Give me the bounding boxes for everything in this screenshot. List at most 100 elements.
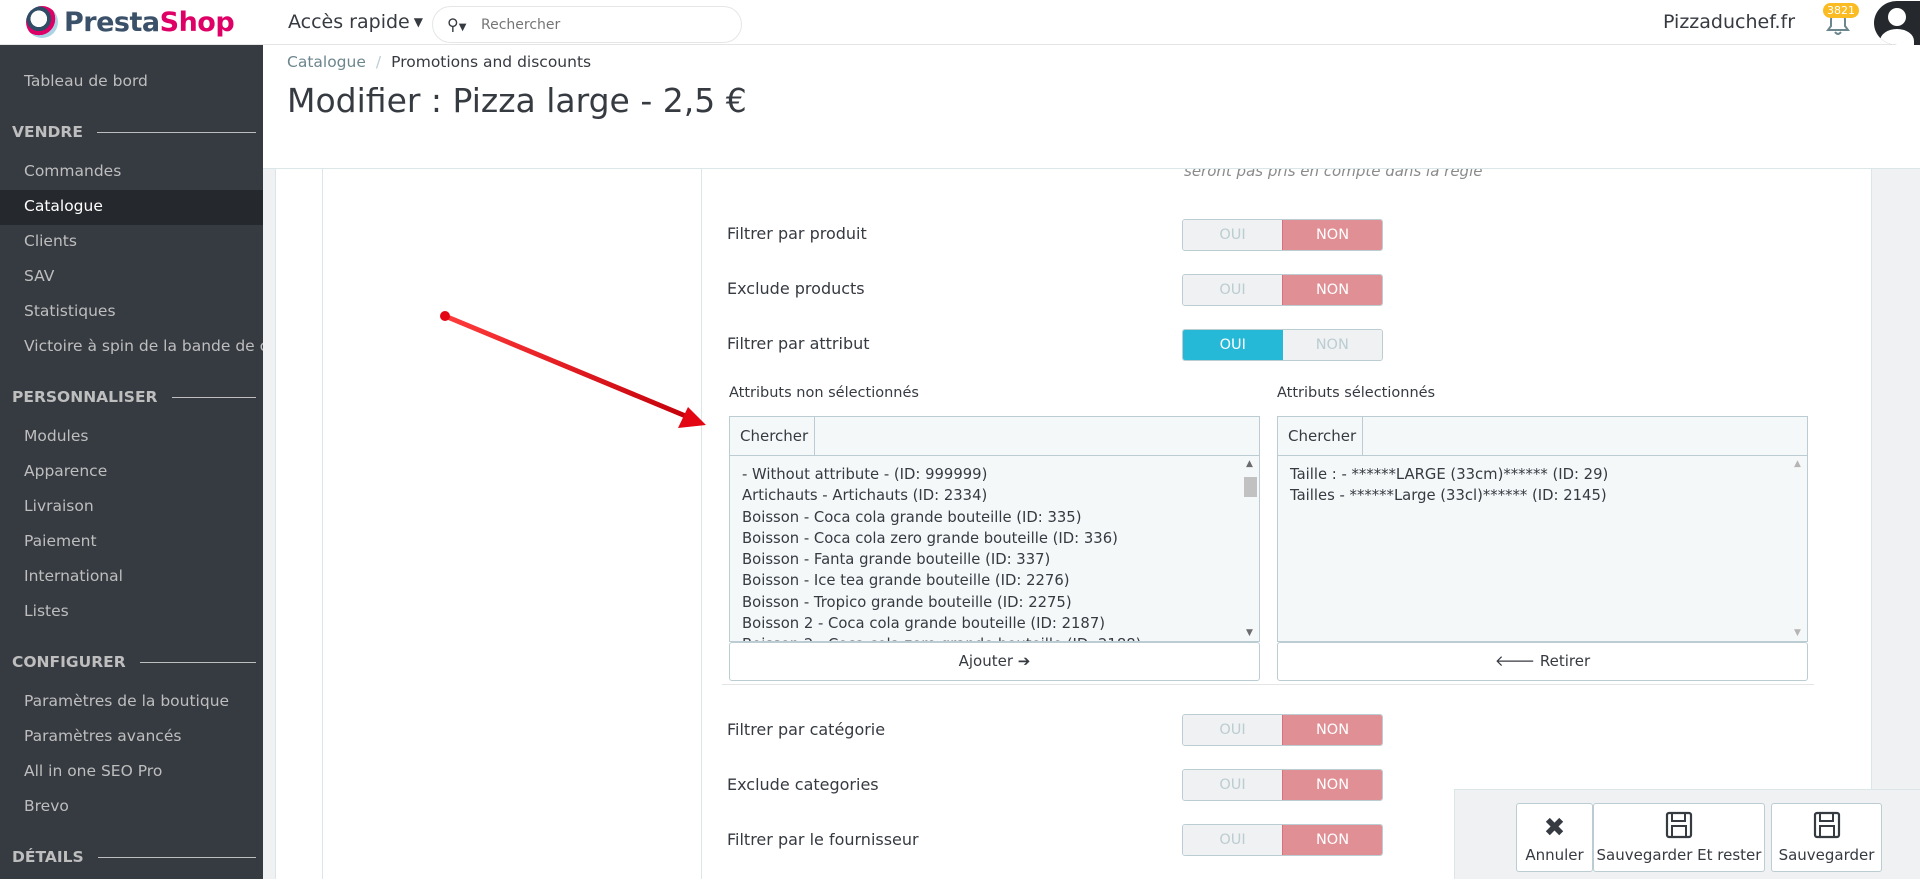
switch-option-no[interactable]: NON <box>1282 715 1382 745</box>
sidebar-item-appearance[interactable]: Apparence <box>24 462 107 480</box>
sidebar-section-personnaliser: PERSONNALISER <box>12 388 256 406</box>
sidebar-item-modules[interactable]: Modules <box>24 427 88 445</box>
attribute-option[interactable]: - Without attribute - (ID: 999999) <box>742 464 1141 485</box>
search-input[interactable] <box>481 16 711 33</box>
logo-text-presta: Presta <box>64 6 160 38</box>
switch-exclude-categories[interactable]: OUI NON <box>1182 769 1383 801</box>
cancel-button[interactable]: ✖ Annuler <box>1516 803 1593 872</box>
sidebar-item-brevo[interactable]: Brevo <box>24 797 69 815</box>
switch-filter-product[interactable]: OUI NON <box>1182 219 1383 251</box>
top-header: PrestaShop Accès rapide▼ ⚲▼ Pizzaduchef.… <box>0 0 1920 45</box>
switch-option-no[interactable]: NON <box>1282 220 1382 250</box>
close-icon: ✖ <box>1543 813 1566 843</box>
scroll-down-icon[interactable]: ▼ <box>1246 628 1253 638</box>
sidebar-item-orders[interactable]: Commandes <box>24 162 121 180</box>
breadcrumb-current: Promotions and discounts <box>391 53 592 71</box>
unselected-search-input[interactable] <box>815 417 1259 455</box>
attribute-option[interactable]: Boisson - Ice tea grande bouteille (ID: … <box>742 570 1141 591</box>
add-attribute-button[interactable]: Ajouter ➔ <box>729 642 1260 681</box>
sidebar-item-stats[interactable]: Statistiques <box>24 302 116 320</box>
unselected-attributes-list[interactable]: - Without attribute - (ID: 999999) Artich… <box>729 455 1260 642</box>
scroll-up-icon[interactable]: ▲ <box>1246 459 1253 469</box>
attribute-option[interactable]: Artichauts - Artichauts (ID: 2334) <box>742 485 1141 506</box>
attribute-option[interactable]: Taille : - ******LARGE (33cm)****** (ID:… <box>1290 464 1608 485</box>
sidebar-item-catalogue[interactable]: Catalogue <box>24 197 103 215</box>
sidebar-item-seo[interactable]: All in one SEO Pro <box>24 762 162 780</box>
selected-attributes-search: Chercher <box>1277 416 1808 456</box>
selected-attributes-list[interactable]: Taille : - ******LARGE (33cm)****** (ID:… <box>1277 455 1808 642</box>
search-addon-label: Chercher <box>730 417 815 455</box>
scroll-up-icon[interactable]: ▲ <box>1794 459 1801 469</box>
shop-name-link[interactable]: Pizzaduchef.fr <box>1663 11 1795 33</box>
sidebar-item-spin[interactable]: Victoire à spin de la bande de c... <box>24 337 283 355</box>
switch-option-yes[interactable]: OUI <box>1183 220 1282 250</box>
list-scrollbar[interactable]: ▲ ▼ <box>1790 456 1807 641</box>
arrow-right-icon: ➔ <box>1017 652 1031 670</box>
floppy-disk-icon <box>1772 810 1881 846</box>
employee-avatar[interactable] <box>1874 1 1920 45</box>
sidebar-item-advanced-params[interactable]: Paramètres avancés <box>24 727 181 745</box>
label-exclude-products: Exclude products <box>727 279 865 298</box>
sidebar-item-payment[interactable]: Paiement <box>24 532 97 550</box>
label-filter-supplier: Filtrer par le fournisseur <box>727 830 919 849</box>
sidebar-section-configurer: CONFIGURER <box>12 653 256 671</box>
search-addon-label: Chercher <box>1278 417 1363 455</box>
quick-access-label: Accès rapide <box>288 11 410 33</box>
breadcrumb: Catalogue / Promotions and discounts <box>287 53 592 71</box>
save-and-stay-button[interactable]: Sauvegarder Et rester <box>1593 803 1765 872</box>
page-title: Modifier : Pizza large - 2,5 € <box>287 81 747 120</box>
unselected-attributes-caption: Attributs non sélectionnés <box>729 385 919 401</box>
selected-search-input[interactable] <box>1363 417 1807 455</box>
sidebar-item-shop-params[interactable]: Paramètres de la boutique <box>24 692 229 710</box>
remove-attribute-button[interactable]: 🡐 Retirer <box>1277 642 1808 681</box>
quick-access-menu[interactable]: Accès rapide ▼ <box>288 11 423 33</box>
attribute-option[interactable]: Boisson - Coca cola zero grande bouteill… <box>742 528 1141 549</box>
sidebar-section-vendre: VENDRE <box>12 123 256 141</box>
selected-attributes-caption: Attributs sélectionnés <box>1277 385 1436 401</box>
switch-option-no[interactable]: NON <box>1282 770 1382 800</box>
sidebar-item-lists[interactable]: Listes <box>24 602 69 620</box>
label-exclude-categories: Exclude categories <box>727 775 879 794</box>
list-scrollbar[interactable]: ▲ ▼ <box>1242 456 1259 641</box>
attribute-option[interactable]: Tailles - ******Large (33cl)****** (ID: … <box>1290 485 1608 506</box>
switch-option-yes[interactable]: OUI <box>1183 275 1282 305</box>
switch-option-yes[interactable]: OUI <box>1183 330 1283 360</box>
breadcrumb-catalogue[interactable]: Catalogue <box>287 53 366 71</box>
switch-filter-category[interactable]: OUI NON <box>1182 714 1383 746</box>
switch-option-no[interactable]: NON <box>1282 330 1382 360</box>
attribute-option[interactable]: Boisson 2 - Coca cola grande bouteille (… <box>742 613 1141 634</box>
sidebar-section-details: DÉTAILS <box>12 848 256 866</box>
label-filter-product: Filtrer par produit <box>727 224 867 243</box>
prestashop-logo-icon <box>26 6 58 38</box>
switch-option-no[interactable]: NON <box>1282 275 1382 305</box>
attribute-option[interactable]: Boisson 2 - Coca cola zero grande boutei… <box>742 634 1141 641</box>
sidebar-item-sav[interactable]: SAV <box>24 267 54 285</box>
switch-option-yes[interactable]: OUI <box>1183 825 1282 855</box>
sidebar-item-dashboard[interactable]: Tableau de bord <box>24 72 148 90</box>
switch-option-yes[interactable]: OUI <box>1183 770 1282 800</box>
floppy-disk-icon <box>1594 810 1764 846</box>
attribute-option[interactable]: Boisson - Tropico grande bouteille (ID: … <box>742 592 1141 613</box>
attribute-option[interactable]: Boisson - Fanta grande bouteille (ID: 33… <box>742 549 1141 570</box>
label-filter-category: Filtrer par catégorie <box>727 720 886 739</box>
sidebar-item-customers[interactable]: Clients <box>24 232 77 250</box>
scroll-down-icon[interactable]: ▼ <box>1794 628 1801 638</box>
switch-option-yes[interactable]: OUI <box>1183 715 1282 745</box>
sidebar-item-international[interactable]: International <box>24 567 123 585</box>
sidebar-nav: Tableau de bord VENDRE Commandes Catalog… <box>0 45 283 879</box>
save-button[interactable]: Sauvegarder <box>1771 803 1882 872</box>
unselected-attributes-search: Chercher <box>729 416 1260 456</box>
notifications-count-badge: 3821 <box>1823 3 1859 18</box>
scroll-thumb[interactable] <box>1244 477 1257 497</box>
prestashop-logo[interactable]: PrestaShop <box>26 6 235 38</box>
switch-exclude-products[interactable]: OUI NON <box>1182 274 1383 306</box>
sidebar-item-shipping[interactable]: Livraison <box>24 497 94 515</box>
switch-filter-supplier[interactable]: OUI NON <box>1182 824 1383 856</box>
search-icon[interactable]: ⚲▼ <box>447 15 477 34</box>
arrow-left-icon: 🡐 <box>1494 652 1536 670</box>
logo-text-shop: Shop <box>159 6 235 38</box>
switch-option-no[interactable]: NON <box>1282 825 1382 855</box>
attribute-option[interactable]: Boisson - Coca cola grande bouteille (ID… <box>742 507 1141 528</box>
page-header: Catalogue / Promotions and discounts Modif… <box>263 45 1920 169</box>
switch-filter-attribute[interactable]: OUI NON <box>1182 329 1383 361</box>
